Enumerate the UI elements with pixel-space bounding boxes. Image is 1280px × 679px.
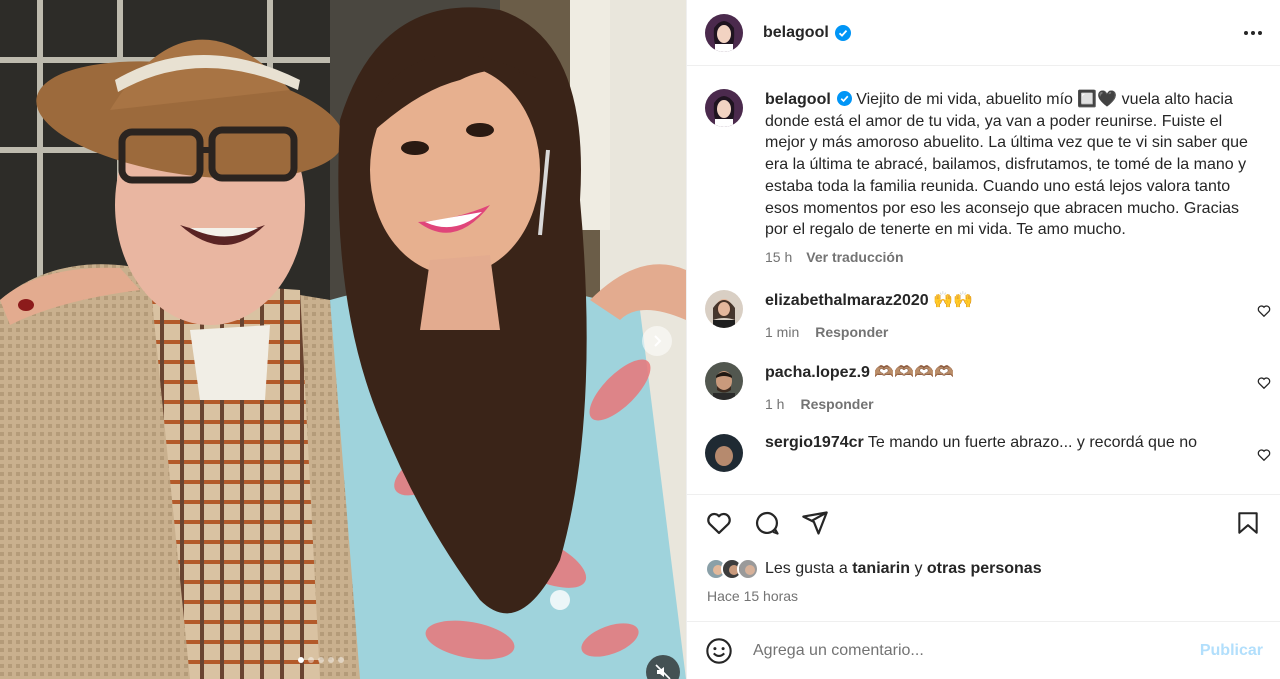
comment-body: 🫶🏽🫶🏽🫶🏽🫶🏽 (874, 363, 955, 381)
share-button[interactable] (801, 509, 829, 537)
comment-body: 🙌🙌 (933, 291, 973, 309)
comment-username[interactable]: elizabethalmaraz2020 (765, 292, 929, 309)
likes-prefix: Les gusta a (765, 560, 848, 577)
avatar (737, 558, 759, 580)
caption-time: 15 h (765, 248, 793, 265)
comment-text: sergio1974cr Te mando un fuerte abrazo..… (765, 434, 1197, 452)
comment-time: 1 min (765, 323, 800, 340)
carousel-next-button[interactable] (642, 326, 672, 356)
comment-item: pacha.lopez.9 🫶🏽🫶🏽🫶🏽🫶🏽 1 h Responder (687, 361, 1280, 412)
caption-username[interactable]: belagool (765, 91, 831, 108)
liker-username[interactable]: taniarin (852, 560, 910, 578)
other-likers-link[interactable]: otras personas (927, 560, 1042, 578)
emoji-icon[interactable] (705, 637, 733, 665)
carousel-dot (308, 657, 314, 663)
comment-username[interactable]: pacha.lopez.9 (765, 364, 870, 381)
author-username[interactable]: belagool (763, 24, 829, 42)
mute-icon (655, 664, 671, 679)
comment-text: pacha.lopez.9 🫶🏽🫶🏽🫶🏽🫶🏽 (765, 362, 954, 382)
comment-text: elizabethalmaraz2020 🙌🙌 (765, 290, 973, 310)
publish-button[interactable]: Publicar (1200, 642, 1263, 660)
reply-button[interactable]: Responder (815, 324, 888, 340)
commenter-avatar[interactable] (705, 361, 743, 400)
heart-icon[interactable] (1257, 376, 1271, 390)
carousel-dot (328, 657, 334, 663)
post-actions-bar (705, 509, 1261, 537)
commenter-avatar[interactable] (705, 289, 743, 328)
commenter-avatar[interactable] (705, 433, 743, 472)
post-timestamp: Hace 15 horas (707, 588, 799, 604)
comment-item: sergio1974cr Te mando un fuerte abrazo..… (687, 433, 1280, 472)
post-media[interactable] (0, 0, 686, 679)
comment-button[interactable] (753, 509, 781, 537)
share-icon (802, 511, 828, 535)
likes-summary[interactable]: Les gusta a taniarin y otras personas (705, 558, 1042, 580)
reply-button[interactable]: Responder (800, 396, 873, 412)
comment-time: 1 h (765, 395, 785, 412)
more-options-icon[interactable] (1244, 30, 1262, 35)
carousel-dot (338, 657, 344, 663)
heart-icon[interactable] (1257, 304, 1271, 318)
verified-badge-icon (834, 24, 851, 41)
bookmark-icon (1238, 512, 1258, 534)
carousel-indicator (298, 657, 344, 663)
post-caption: belagool Viejito de mi vida, abuelito mí… (687, 67, 1280, 265)
post-details-panel: belagool belagool Viejito de mi vida, ab… (686, 0, 1280, 679)
caption-body-text: Viejito de mi vida, abuelito mío 🔲🖤 vuel… (765, 91, 1248, 239)
see-translation-button[interactable]: Ver traducción (806, 249, 903, 265)
comments-scroll-area[interactable]: belagool Viejito de mi vida, abuelito mí… (687, 67, 1280, 495)
carousel-dot (318, 657, 324, 663)
heart-icon[interactable] (1257, 448, 1271, 462)
caption-author-avatar[interactable] (705, 89, 743, 127)
comment-username[interactable]: sergio1974cr (765, 434, 864, 451)
save-button[interactable] (1235, 509, 1261, 537)
comment-item: elizabethalmaraz2020 🙌🙌 1 min Responder (687, 289, 1280, 340)
carousel-dot (298, 657, 304, 663)
post-header: belagool (687, 0, 1280, 66)
heart-icon (707, 512, 731, 535)
liker-avatars (705, 558, 759, 580)
caption-meta: 15 h Ver traducción (765, 249, 1263, 265)
comment-body: Te mando un fuerte abrazo... y recordá q… (867, 433, 1197, 451)
author-avatar[interactable] (705, 13, 743, 52)
like-button[interactable] (705, 509, 733, 537)
comment-composer: Publicar (687, 621, 1280, 679)
comment-input[interactable] (753, 641, 1173, 660)
likes-connector: y (914, 560, 923, 577)
verified-badge-icon (836, 91, 852, 106)
comment-icon (755, 511, 779, 535)
chevron-right-icon (654, 335, 662, 347)
post-photo (0, 0, 686, 679)
caption-text: belagool Viejito de mi vida, abuelito mí… (765, 89, 1263, 241)
